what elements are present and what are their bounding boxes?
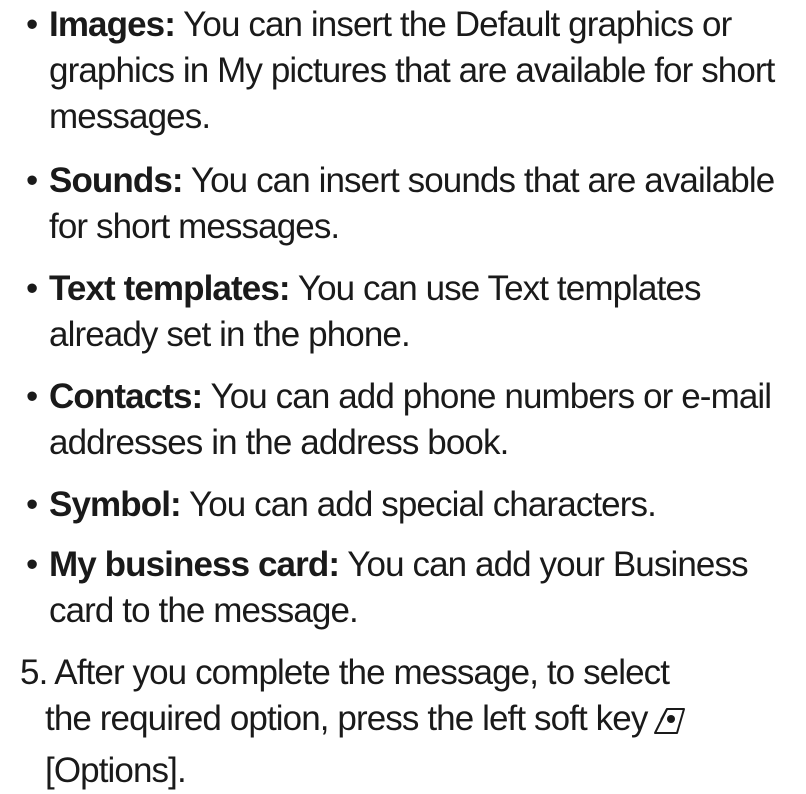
item-text: You can use Text templates — [289, 269, 702, 308]
step-text: [Options]. — [45, 751, 187, 790]
list-item-symbol: • Symbol: You can add special characters… — [26, 482, 796, 528]
term-sounds: Sounds: — [49, 161, 184, 200]
list-item-sounds: • Sounds: You can insert sounds that are… — [26, 158, 796, 250]
left-soft-key-icon — [653, 702, 687, 748]
item-text: You can insert sounds that are available — [182, 161, 775, 200]
list-item-text-templates: • Text templates: You can use Text templ… — [26, 266, 796, 358]
item-text: for short messages. — [49, 207, 340, 246]
bullet-marker: • — [26, 485, 38, 524]
step-5: 5. After you complete the message, to se… — [20, 650, 790, 794]
list-item-line: Symbol: You can add special characters. — [26, 482, 796, 528]
list-item-images: • Images: You can insert the Default gra… — [26, 2, 796, 140]
term-symbol: Symbol: — [49, 485, 182, 524]
item-text: You can add phone numbers or e-mail — [202, 377, 772, 416]
item-text: You can add your Business — [339, 545, 748, 584]
bullet-marker: • — [26, 269, 38, 308]
term-contacts: Contacts: — [49, 377, 203, 416]
list-item-line: Text templates: You can use Text templat… — [26, 266, 796, 312]
item-text: You can insert the Default graphics or — [174, 5, 732, 44]
bullet-marker: • — [26, 161, 38, 200]
item-text: card to the message. — [49, 591, 359, 630]
term-images: Images: — [49, 5, 176, 44]
bullet-marker: • — [26, 377, 38, 416]
list-item-line: Sounds: You can insert sounds that are a… — [26, 158, 796, 204]
item-text: You can add special characters. — [180, 485, 657, 524]
list-item-contacts: • Contacts: You can add phone numbers or… — [26, 374, 796, 466]
item-text: messages. — [49, 97, 211, 136]
manual-page: • Images: You can insert the Default gra… — [0, 0, 806, 790]
step-text: the required option, press the left soft… — [45, 699, 648, 738]
term-text-templates: Text templates: — [49, 269, 291, 308]
left-soft-key-icon-graphic — [654, 708, 686, 734]
list-item-line: My business card: You can add your Busin… — [26, 542, 796, 588]
list-item-business-card: • My business card: You can add your Bus… — [26, 542, 796, 634]
list-item-line: Contacts: You can add phone numbers or e… — [26, 374, 796, 420]
bullet-marker: • — [26, 5, 38, 44]
item-text: already set in the phone. — [49, 315, 411, 354]
step-line: the required option, press the left soft… — [20, 696, 790, 748]
step-text: 5. After you complete the message, to se… — [20, 653, 670, 692]
term-business-card: My business card: — [49, 545, 340, 584]
item-text: graphics in My pictures that are availab… — [49, 51, 775, 90]
bullet-marker: • — [26, 545, 38, 584]
item-text: addresses in the address book. — [49, 423, 509, 462]
list-item-line: Images: You can insert the Default graph… — [26, 2, 796, 48]
